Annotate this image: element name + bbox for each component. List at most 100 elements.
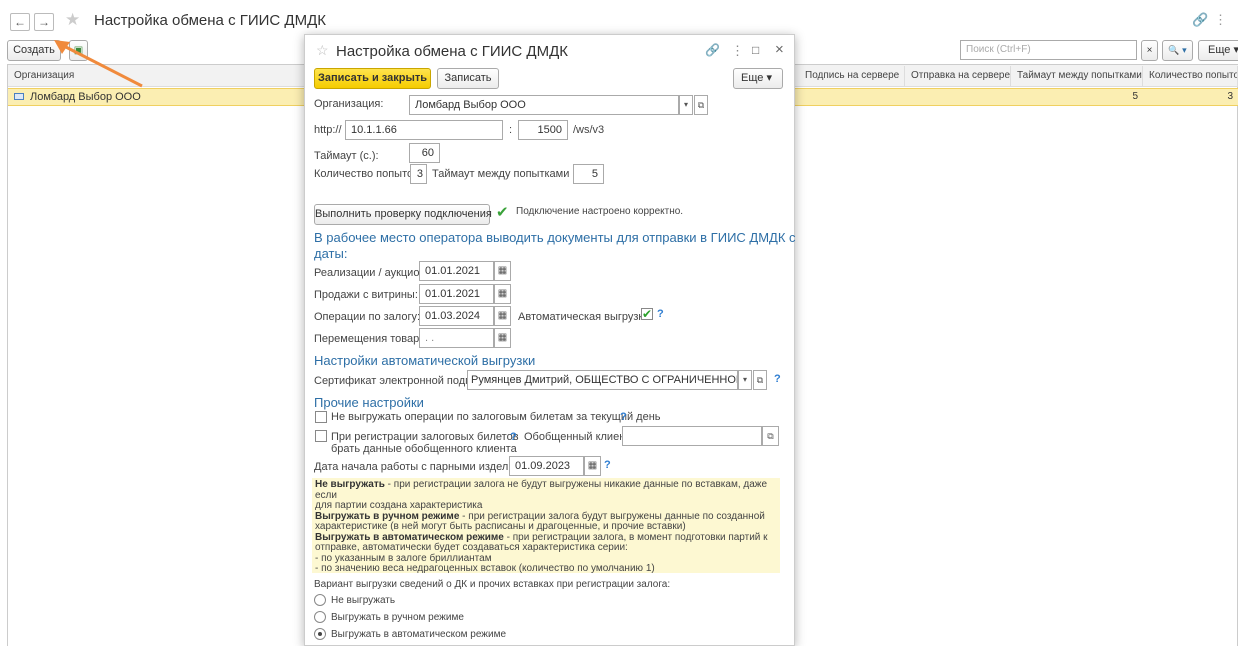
radio-manual[interactable] [314, 611, 326, 623]
cert-open-icon[interactable]: ⧉ [753, 370, 767, 390]
skip-today-label: Не выгружать операции по залоговым билет… [331, 411, 661, 423]
row-attempts: 3 [1227, 91, 1233, 102]
search-clear-button[interactable]: × [1141, 40, 1158, 61]
hint-text: - по значению веса недрагоценных вставок… [315, 563, 655, 574]
cert-label: Сертификат электронной подписи: [314, 375, 492, 387]
upload-modes-hint: Не выгружать - при регистрации залога не… [312, 478, 780, 574]
link-icon[interactable]: 🔗 [1192, 12, 1208, 28]
hint-auto-term: Выгружать в автоматическом режиме [315, 531, 504, 543]
check-status: Подключение настроено корректно. [516, 206, 684, 217]
back-button[interactable]: ← [10, 13, 30, 31]
generic-client-open-icon[interactable]: ⧉ [762, 426, 779, 446]
close-icon[interactable]: × [775, 41, 784, 58]
cert-dropdown-icon[interactable]: ▾ [738, 370, 752, 390]
hint-line-1: Не выгружать - при регистрации залога не… [315, 479, 777, 501]
timeout-field[interactable]: 60 [409, 143, 440, 163]
radio-no-upload[interactable] [314, 594, 326, 606]
sales-date-field[interactable]: 01.01.2021 [419, 261, 494, 281]
between-field[interactable]: 5 [573, 164, 604, 184]
more-button[interactable]: Еще ▾ [1198, 40, 1238, 61]
row-timeout: 5 [1132, 91, 1138, 102]
host-field[interactable]: 10.1.1.66 [345, 120, 503, 140]
radio-auto[interactable] [314, 628, 326, 640]
section-operator-docs-cont: даты: [314, 246, 348, 261]
calendar-icon[interactable]: ▦ [494, 328, 511, 348]
pairs-date-field[interactable]: 01.09.2023 [509, 456, 584, 476]
moves-date-field[interactable]: . . [419, 328, 494, 348]
dialog-title: Настройка обмена с ГИИС ДМДК [336, 43, 568, 60]
hint-text: - при регистрации залога, в момент подго… [503, 531, 768, 543]
column-header-server-sending[interactable]: Отправка на сервере [905, 66, 1011, 87]
dialog-more-button[interactable]: Еще ▾ [733, 68, 783, 89]
between-label: Таймаут между попытками (с.): [432, 168, 592, 180]
help-icon[interactable]: ? [604, 459, 611, 471]
column-header-attempts[interactable]: Количество попыток [1143, 66, 1238, 87]
port-separator: : [509, 124, 513, 136]
sales-label: Реализации / аукцион: [314, 267, 429, 279]
help-icon[interactable]: ? [774, 373, 781, 385]
path-label: /ws/v3 [573, 124, 605, 136]
org-field[interactable]: Ломбард Выбор ООО [409, 95, 679, 115]
section-operator-docs: В рабочее место оператора выводить докум… [314, 230, 796, 245]
section-other: Прочие настройки [314, 395, 424, 410]
more-menu-icon[interactable]: ⋮ [1214, 12, 1227, 28]
cert-field[interactable]: Румянцев Дмитрий, ОБЩЕСТВО С ОГРАНИЧЕННО… [467, 370, 738, 390]
calendar-icon[interactable]: ▦ [494, 284, 511, 304]
check-ok-icon: ✔ [496, 204, 509, 221]
dialog-link-icon[interactable]: 🔗 [705, 43, 720, 57]
radio-manual-label: Выгружать в ручном режиме [331, 612, 464, 623]
generic-client-field[interactable] [622, 426, 762, 446]
skip-today-checkbox[interactable] [315, 411, 327, 423]
timeout-label: Таймаут (с.): [314, 150, 379, 162]
radio-no-upload-label: Не выгружать [331, 595, 396, 606]
calendar-icon[interactable]: ▦ [584, 456, 601, 476]
help-icon[interactable]: ? [620, 411, 627, 423]
pledge-date-field[interactable]: 01.03.2024 [419, 306, 494, 326]
attempts-field[interactable]: 3 [410, 164, 427, 184]
auto-upload-checkbox[interactable]: ✔ [641, 308, 653, 320]
calendar-icon[interactable]: ▦ [494, 261, 511, 281]
column-header-server-signature[interactable]: Подпись на сервере [799, 66, 905, 87]
dialog-star-icon[interactable]: ☆ [316, 42, 329, 59]
dialog-menu-icon[interactable]: ⋮ [731, 43, 744, 59]
hint-text: - при регистрации залога будут выгружены… [459, 510, 765, 522]
showcase-label: Продажи с витрины: [314, 289, 418, 301]
calendar-icon[interactable]: ▦ [494, 306, 511, 326]
help-icon[interactable]: ? [510, 431, 517, 443]
moves-label: Перемещения товаров: [314, 333, 435, 345]
column-header-timeout[interactable]: Таймаут между попытками [1011, 66, 1143, 87]
check-connection-button[interactable]: Выполнить проверку подключения [314, 204, 492, 225]
showcase-date-field[interactable]: 01.01.2021 [419, 284, 494, 304]
help-icon[interactable]: ? [657, 308, 664, 320]
dialog-more-label: Еще [741, 72, 764, 84]
section-auto-upload: Настройки автоматической выгрузки [314, 353, 536, 368]
favorite-star-icon[interactable]: ★ [65, 11, 80, 29]
main-header: ← → ★ Настройка обмена с ГИИС ДМДК 🔗 ⋮ [0, 0, 1238, 34]
pledge-label: Операции по залогу: [314, 311, 421, 323]
annotation-arrow [54, 40, 143, 88]
org-label: Организация: [314, 98, 384, 110]
generic-client-checkbox[interactable] [315, 430, 327, 442]
hint-text: отправке, автоматически будет создаватьс… [315, 542, 628, 553]
hint-no-upload-term: Не выгружать [315, 479, 385, 490]
page-title: Настройка обмена с ГИИС ДМДК [94, 12, 326, 29]
attempts-label: Количество попыток: [314, 168, 421, 180]
generic-client-option-label-cont: брать данные обобщенного клиента [331, 443, 517, 455]
port-field[interactable]: 1500 [518, 120, 568, 140]
search-input[interactable]: Поиск (Ctrl+F) [960, 40, 1137, 60]
save-and-close-button[interactable]: Записать и закрыть [314, 68, 431, 89]
pairs-label: Дата начала работы с парными изделиями: [314, 461, 538, 473]
org-open-icon[interactable]: ⧉ [694, 95, 708, 115]
save-button[interactable]: Записать [437, 68, 499, 89]
more-label: Еще [1208, 44, 1231, 56]
http-label: http:// [314, 124, 342, 136]
hint-manual-term: Выгружать в ручном режиме [315, 510, 460, 522]
forward-button[interactable]: → [34, 13, 54, 31]
variant-label: Вариант выгрузки сведений о ДК и прочих … [314, 579, 671, 590]
org-dropdown-icon[interactable]: ▾ [679, 95, 693, 115]
search-button[interactable]: 🔍 ▾ [1162, 40, 1193, 61]
generic-client-option-label: При регистрации залоговых билетов [331, 431, 519, 443]
catalog-item-icon [14, 93, 24, 100]
maximize-icon[interactable]: □ [752, 43, 759, 57]
generic-client-label: Обобщенный клиент: [524, 431, 634, 443]
